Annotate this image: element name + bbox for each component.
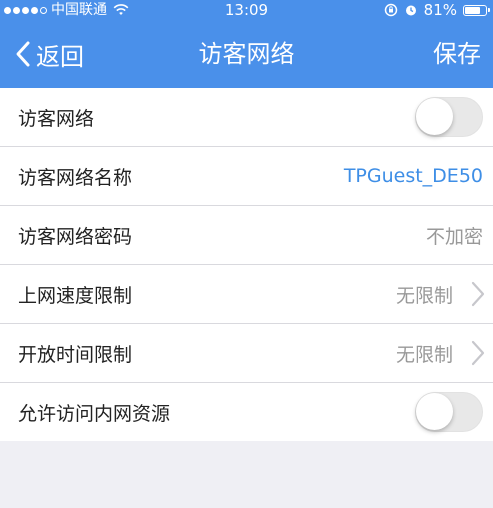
row-label: 访客网络: [18, 107, 95, 130]
rotation-lock-icon: [384, 3, 397, 17]
guest-network-toggle[interactable]: [415, 97, 483, 137]
intranet-access-toggle[interactable]: [415, 392, 483, 432]
battery-fill: [465, 6, 480, 14]
status-bar: 中国联通 13:09 81%: [0, 0, 493, 20]
chevron-right-icon: [471, 281, 485, 307]
save-button[interactable]: 保存: [433, 20, 481, 88]
guest-network-name-value[interactable]: TPGuest_DE50: [344, 165, 483, 187]
row-intranet-access: 允许访问内网资源: [0, 383, 493, 441]
battery-icon: [463, 4, 490, 16]
toggle-knob: [416, 98, 453, 135]
header: 中国联通 13:09 81% 返回 访客网络 保存: [0, 0, 493, 88]
settings-list: 访客网络 访客网络名称 TPGuest_DE50 访客网络密码 不加密 上网速度…: [0, 88, 493, 441]
alarm-icon: [405, 5, 416, 16]
row-guest-network-name[interactable]: 访客网络名称 TPGuest_DE50: [0, 147, 493, 206]
row-label: 开放时间限制: [18, 343, 133, 366]
row-label: 上网速度限制: [18, 284, 133, 307]
toggle-knob: [416, 393, 453, 430]
row-open-time-limit[interactable]: 开放时间限制 无限制: [0, 324, 493, 383]
back-button[interactable]: 返回: [14, 20, 84, 88]
open-time-limit-value: 无限制: [395, 343, 453, 366]
row-label: 允许访问内网资源: [18, 402, 171, 425]
row-guest-network-password[interactable]: 访客网络密码 不加密: [0, 206, 493, 265]
row-guest-network: 访客网络: [0, 88, 493, 147]
chevron-right-icon: [471, 340, 485, 366]
speed-limit-value: 无限制: [395, 284, 453, 307]
nav-bar: 返回 访客网络 保存: [0, 20, 493, 88]
row-speed-limit[interactable]: 上网速度限制 无限制: [0, 265, 493, 324]
guest-network-password-value: 不加密: [425, 225, 483, 248]
row-label: 访客网络名称: [18, 166, 133, 189]
status-right: 81%: [384, 0, 490, 20]
row-label: 访客网络密码: [18, 225, 133, 248]
back-label: 返回: [36, 42, 84, 71]
chevron-left-icon: [16, 41, 30, 67]
battery-percent: 81%: [423, 1, 457, 19]
